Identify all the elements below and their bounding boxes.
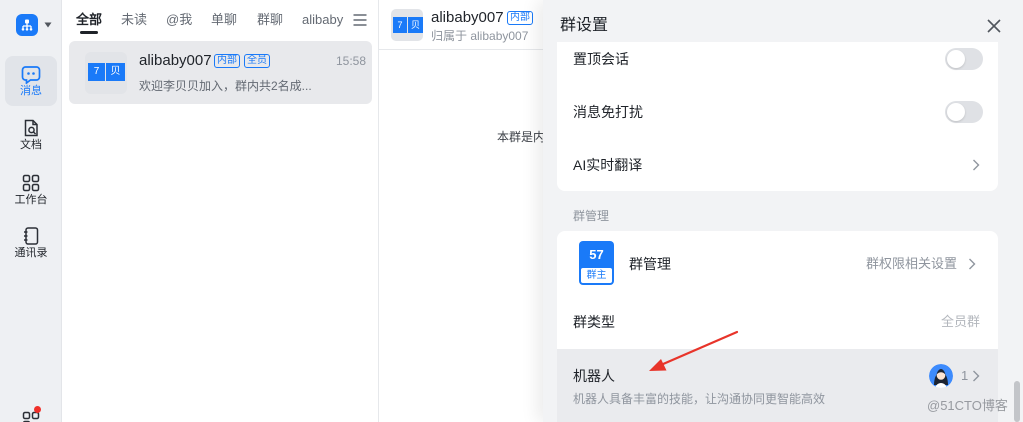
avatar-cell: 贝 xyxy=(408,17,423,33)
group-type-label: 群类型 xyxy=(573,314,615,330)
tab-alibaby[interactable]: alibaby xyxy=(302,11,343,29)
group-avatar: 7 贝 xyxy=(85,52,127,94)
group-admin-row[interactable]: 57 群主 群管理 群权限相关设置 xyxy=(557,231,998,291)
internal-badge: 内部 xyxy=(507,11,533,25)
tab-all[interactable]: 全部 xyxy=(76,11,102,29)
avatar-cells: 7 贝 xyxy=(393,17,423,33)
pin-chat-row: 置顶会话 xyxy=(557,42,998,86)
avatar-number: 57 xyxy=(589,247,604,262)
group-admin-avatar: 57 群主 xyxy=(579,241,614,285)
toggle-knob xyxy=(947,50,965,68)
sidebar-item-label: 通讯录 xyxy=(14,247,48,259)
sidebar-item-workbench[interactable]: 工作台 xyxy=(5,165,57,215)
menu-icon[interactable] xyxy=(353,14,367,26)
sidebar-item-label: 消息 xyxy=(20,85,42,97)
conversation-list-panel: 全部 未读 @我 单聊 群聊 alibaby 7 贝 alibaby007 内部… xyxy=(62,0,379,422)
sidebar-item-contacts[interactable]: 通讯录 xyxy=(5,218,57,268)
group-type-row: 群类型 全员群 xyxy=(557,291,998,349)
chat-title[interactable]: alibaby007 xyxy=(431,8,504,28)
conversation-time: 15:58 xyxy=(335,54,366,68)
panel-scrollbar[interactable] xyxy=(1014,381,1020,422)
ai-translate-label: AI实时翻译 xyxy=(573,157,643,173)
robot-description: 机器人具备丰富的技能，让沟通协同更智能高效 xyxy=(573,392,826,406)
sidebar-item-label: 文档 xyxy=(20,139,42,151)
toggle-knob xyxy=(947,103,965,121)
chevron-right-icon xyxy=(969,258,976,270)
conversation-preview: 欢迎李贝贝加入，群内共2名成... xyxy=(139,79,312,93)
conversation-name: alibaby007 xyxy=(139,52,212,69)
group-permission-link: 群权限相关设置 xyxy=(866,256,958,271)
org-icon xyxy=(21,19,33,31)
tab-groups[interactable]: 群聊 xyxy=(257,11,283,29)
panel-title: 群设置 xyxy=(560,17,609,34)
pin-chat-toggle[interactable] xyxy=(945,48,983,70)
general-settings-card: 置顶会话 消息免打扰 AI实时翻译 xyxy=(557,42,998,191)
internal-badge: 内部 xyxy=(214,54,240,68)
robot-label: 机器人 xyxy=(573,368,615,384)
avatar-cells: 7 贝 xyxy=(88,63,125,81)
all-staff-badge: 全员 xyxy=(244,54,270,68)
sidebar-item-documents[interactable]: 文档 xyxy=(5,110,57,160)
chevron-down-icon[interactable] xyxy=(44,22,52,28)
active-tab-indicator xyxy=(80,31,98,34)
chat-header-avatar[interactable]: 7 贝 xyxy=(391,9,423,41)
mute-row: 消息免打扰 xyxy=(557,86,998,139)
chevron-right-icon xyxy=(973,159,980,171)
pin-chat-label: 置顶会话 xyxy=(573,51,629,67)
group-type-value: 全员群 xyxy=(941,314,981,329)
notification-dot xyxy=(34,406,41,413)
sidebar-item-messages[interactable]: 消息 xyxy=(5,56,57,106)
sidebar-item-label: 工作台 xyxy=(14,194,48,206)
mute-toggle[interactable] xyxy=(945,101,983,123)
robot-count: 1 xyxy=(961,368,969,383)
chevron-right-icon xyxy=(973,370,980,382)
ai-translate-row[interactable]: AI实时翻译 xyxy=(557,139,998,191)
chat-owner: 归属于 alibaby007 xyxy=(431,29,529,43)
document-icon xyxy=(24,119,38,137)
workbench-icon xyxy=(22,174,40,192)
owner-role-tag: 群主 xyxy=(581,268,612,283)
robot-avatar-icon xyxy=(929,364,953,388)
sidebar: 消息 文档 工作台 通讯录 xyxy=(0,0,62,422)
tab-direct[interactable]: 单聊 xyxy=(211,11,237,29)
group-settings-panel: 群设置 置顶会话 消息免打扰 AI实时翻译 群管理 57 群主 群管理 群权限相… xyxy=(543,0,1023,422)
section-label-management: 群管理 xyxy=(573,209,610,223)
tab-unread[interactable]: 未读 xyxy=(121,11,147,29)
management-card: 57 群主 群管理 群权限相关设置 群类型 全员群 机器人 机器人具备丰富的技能… xyxy=(557,231,998,422)
header-divider xyxy=(379,49,543,50)
contacts-icon xyxy=(24,227,39,245)
avatar-cell: 贝 xyxy=(106,63,125,81)
close-icon[interactable] xyxy=(986,18,1002,34)
org-logo[interactable] xyxy=(16,14,38,36)
avatar-cell: 7 xyxy=(393,17,407,33)
tab-mentions[interactable]: @我 xyxy=(166,11,192,29)
watermark: @51CTO博客 xyxy=(927,398,1008,413)
group-admin-label: 群管理 xyxy=(629,256,671,272)
chat-area: 7 贝 alibaby007 内部 归属于 alibaby007 本群是内 xyxy=(379,0,543,422)
message-icon xyxy=(21,66,41,84)
avatar-cell: 7 xyxy=(88,63,105,81)
mute-label: 消息免打扰 xyxy=(573,104,643,120)
conversation-item[interactable]: 7 贝 alibaby007 内部 全员 15:58 欢迎李贝贝加入，群内共2名… xyxy=(69,41,372,104)
chat-system-notice: 本群是内 xyxy=(497,130,543,144)
